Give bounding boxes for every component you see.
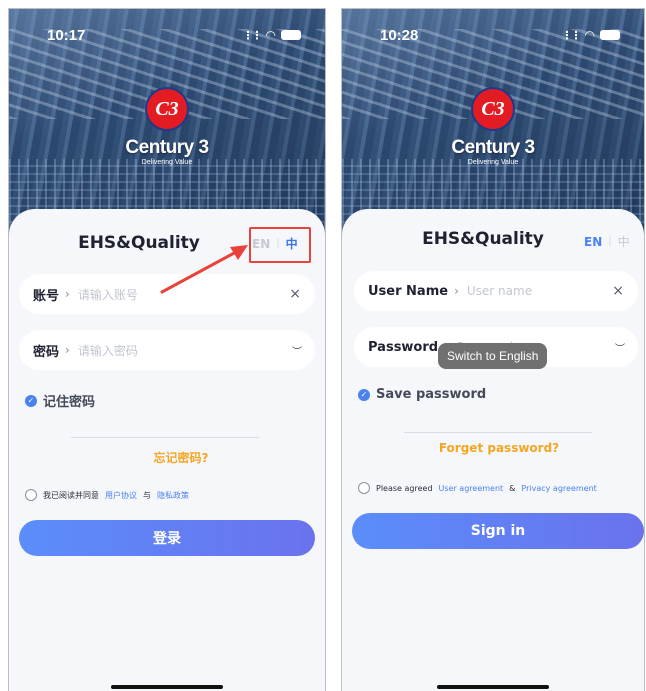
battery-icon — [600, 30, 620, 40]
forgot-password-link[interactable]: 忘记密码? — [23, 449, 325, 466]
agree-and: 与 — [143, 490, 151, 500]
clear-icon[interactable]: × — [612, 283, 624, 299]
wifi-icon: ◠ — [265, 28, 276, 42]
language-switch: EN | 中 — [584, 233, 630, 250]
language-highlight-box — [249, 227, 311, 263]
status-bar-icons: ⋮⋮ ◠ — [562, 28, 620, 42]
check-circle-icon[interactable]: ✓ — [358, 388, 370, 401]
switch-language-tooltip: Switch to English — [438, 343, 548, 369]
eye-closed-icon[interactable]: ︶ — [615, 340, 625, 355]
brand-name: Century 3 — [125, 137, 209, 158]
user-agreement-link[interactable]: 用户协议 — [105, 490, 137, 501]
username-field[interactable]: User Name › User name × — [354, 271, 638, 311]
signal-icon: ⋮⋮ — [561, 28, 582, 42]
password-field[interactable]: 密码 › 请输入密码 ︶ — [19, 330, 315, 370]
lang-en-option[interactable]: EN — [584, 235, 602, 249]
agree-prefix: 我已阅读并同意 — [43, 490, 99, 500]
password-label: Password — [368, 339, 439, 355]
privacy-policy-link[interactable]: 隐私政策 — [157, 490, 189, 501]
agreement-row: 我已阅读并同意 用户协议与隐私政策 — [25, 489, 317, 501]
chevron-right-icon: › — [454, 284, 459, 298]
account-label: 账号 — [33, 288, 60, 304]
login-button[interactable]: 登录 — [19, 520, 315, 556]
clear-icon[interactable]: × — [289, 286, 301, 302]
century3-logo: C3 — [145, 87, 189, 131]
wifi-icon: ◠ — [584, 28, 595, 42]
lang-zh-option[interactable]: 中 — [618, 233, 630, 250]
privacy-agreement-link[interactable]: Privacy agreement — [521, 484, 596, 493]
account-field[interactable]: 账号 › 请输入账号 × — [19, 274, 315, 314]
century3-logo: C3 — [471, 87, 515, 131]
agreement-row: Please agreed User agreement & Privacy a… — [358, 482, 636, 494]
home-indicator — [437, 685, 549, 689]
chevron-right-icon: › — [65, 287, 70, 301]
login-card: EHS&Quality EN | 中 User Name › User name… — [342, 209, 644, 691]
username-label: User Name — [368, 283, 449, 299]
agree-and: & — [509, 483, 516, 493]
remember-password-label: 记住密码 — [43, 395, 96, 410]
agree-radio[interactable] — [25, 489, 37, 501]
battery-icon — [281, 30, 301, 40]
brand-tagline: Delivering Value — [467, 159, 519, 166]
lang-separator: | — [608, 236, 612, 247]
agree-radio[interactable] — [358, 482, 370, 494]
signin-button[interactable]: Sign in — [352, 513, 644, 549]
brand-tagline: Delivering Value — [141, 159, 193, 166]
account-input[interactable]: 请输入账号 — [78, 286, 289, 303]
agree-prefix: Please agreed — [376, 483, 433, 493]
username-input[interactable]: User name — [467, 284, 612, 298]
remember-password-toggle[interactable]: ✓ 记住密码 — [25, 391, 95, 410]
chevron-right-icon: › — [65, 343, 70, 357]
forgot-password-link[interactable]: Forget password? — [348, 441, 644, 455]
eye-closed-icon[interactable]: ︶ — [292, 343, 302, 358]
password-input[interactable]: 请输入密码 — [78, 342, 292, 359]
home-indicator — [111, 685, 223, 689]
save-password-toggle[interactable]: ✓ Save password — [358, 387, 486, 402]
user-agreement-link[interactable]: User agreement — [439, 484, 504, 493]
status-bar-icons: ⋮⋮ ◠ — [243, 28, 301, 42]
save-password-label: Save password — [376, 387, 487, 402]
brand-name: Century 3 — [451, 137, 535, 158]
login-card: EHS&Quality EN | 中 账号 › 请输入账号 × 密码 › 请输入… — [9, 209, 325, 691]
password-label: 密码 — [33, 344, 60, 360]
status-time: 10:28 — [380, 27, 419, 44]
divider — [71, 437, 259, 438]
signal-icon: ⋮⋮ — [242, 28, 263, 42]
status-time: 10:17 — [47, 27, 86, 44]
phone-screen-chinese: 10:17 ⋮⋮ ◠ C3 Century 3 Delivering Value… — [8, 8, 326, 691]
phone-screen-english: 10:28 ⋮⋮ ◠ C3 Century 3 Delivering Value… — [341, 8, 645, 691]
check-circle-icon[interactable]: ✓ — [25, 394, 37, 407]
divider — [404, 432, 592, 433]
